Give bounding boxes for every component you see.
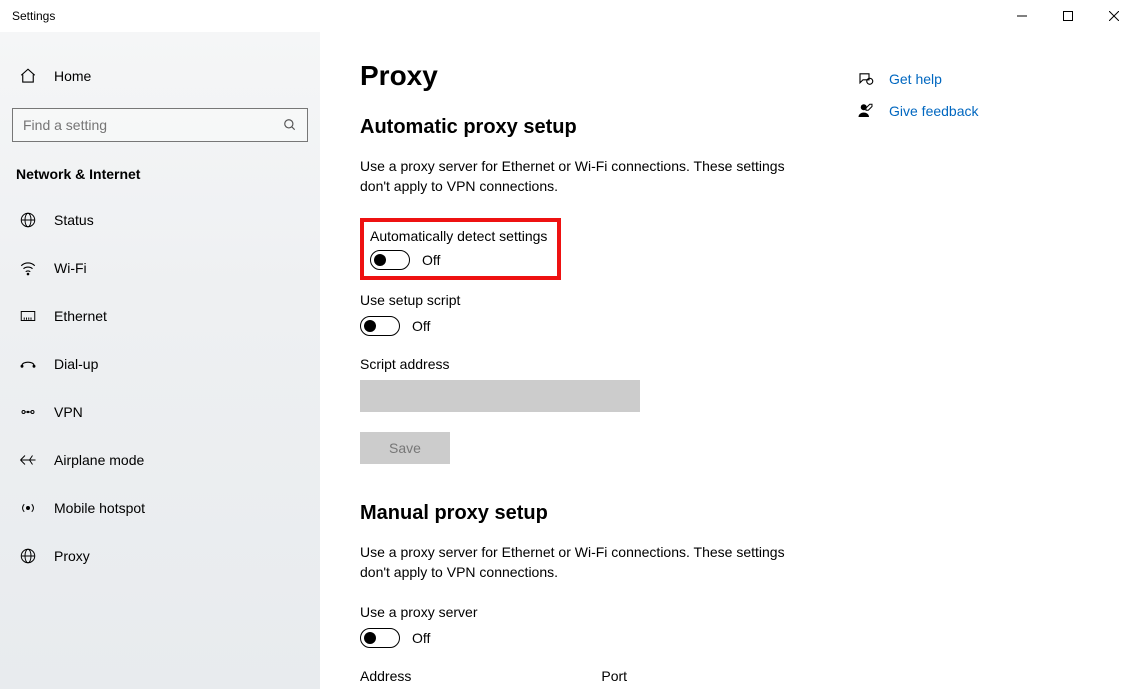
home-link[interactable]: Home [0,52,320,100]
sidebar-item-label: Proxy [54,548,90,564]
give-feedback-text: Give feedback [889,103,979,119]
sidebar-item-label: Wi-Fi [54,260,87,276]
sidebar-item-airplane[interactable]: Airplane mode [0,436,320,484]
titlebar: Settings [0,0,1137,32]
manual-address-label: Address [360,668,411,684]
use-proxy-state: Off [412,630,430,646]
help-chat-icon [857,70,877,88]
home-label: Home [54,68,91,84]
save-button[interactable]: Save [360,432,450,464]
maximize-button[interactable] [1045,0,1091,32]
sidebar-item-wifi[interactable]: Wi-Fi [0,244,320,292]
category-header: Network & Internet [0,158,320,196]
sidebar-item-label: Ethernet [54,308,107,324]
sidebar-item-label: Dial-up [54,356,98,372]
sidebar-item-label: Airplane mode [54,452,144,468]
auto-section-desc: Use a proxy server for Ethernet or Wi-Fi… [360,157,790,196]
close-button[interactable] [1091,0,1137,32]
sidebar-item-ethernet[interactable]: Ethernet [0,292,320,340]
use-script-toggle[interactable] [360,316,400,336]
use-proxy-toggle[interactable] [360,628,400,648]
manual-section-heading: Manual proxy setup [360,502,1097,525]
sidebar-item-status[interactable]: Status [0,196,320,244]
hotspot-icon [16,499,40,517]
sidebar-item-label: VPN [54,404,83,420]
manual-port-label: Port [601,668,627,684]
manual-section-desc: Use a proxy server for Ethernet or Wi-Fi… [360,543,790,582]
airplane-icon [16,451,40,469]
dialup-icon [16,355,40,373]
use-script-label: Use setup script [360,292,1097,308]
search-icon [283,118,297,132]
get-help-link[interactable]: Get help [857,70,1057,88]
get-help-text: Get help [889,71,942,87]
sidebar: Home Network & Internet Status Wi-Fi [0,32,320,689]
highlighted-setting: Automatically detect settings Off [360,218,561,280]
ethernet-icon [16,307,40,325]
auto-detect-state: Off [422,252,440,268]
sidebar-item-label: Mobile hotspot [54,500,145,516]
help-links: Get help Give feedback [857,70,1057,134]
give-feedback-link[interactable]: Give feedback [857,102,1057,120]
sidebar-item-dialup[interactable]: Dial-up [0,340,320,388]
sidebar-item-hotspot[interactable]: Mobile hotspot [0,484,320,532]
globe-icon [16,211,40,229]
script-address-input[interactable] [360,380,640,412]
sidebar-item-proxy[interactable]: Proxy [0,532,320,580]
feedback-icon [857,102,877,120]
minimize-button[interactable] [999,0,1045,32]
main-content: Proxy Automatic proxy setup Use a proxy … [320,32,1137,689]
use-script-state: Off [412,318,430,334]
proxy-icon [16,547,40,565]
search-input[interactable] [23,117,283,133]
sidebar-item-label: Status [54,212,94,228]
vpn-icon [16,403,40,421]
sidebar-item-vpn[interactable]: VPN [0,388,320,436]
home-icon [16,67,40,85]
window-title: Settings [12,9,55,23]
window-controls [999,0,1137,32]
wifi-icon [16,259,40,277]
use-proxy-label: Use a proxy server [360,604,1097,620]
search-box[interactable] [12,108,308,142]
auto-detect-label: Automatically detect settings [370,228,547,244]
script-address-label: Script address [360,356,1097,372]
auto-detect-toggle[interactable] [370,250,410,270]
